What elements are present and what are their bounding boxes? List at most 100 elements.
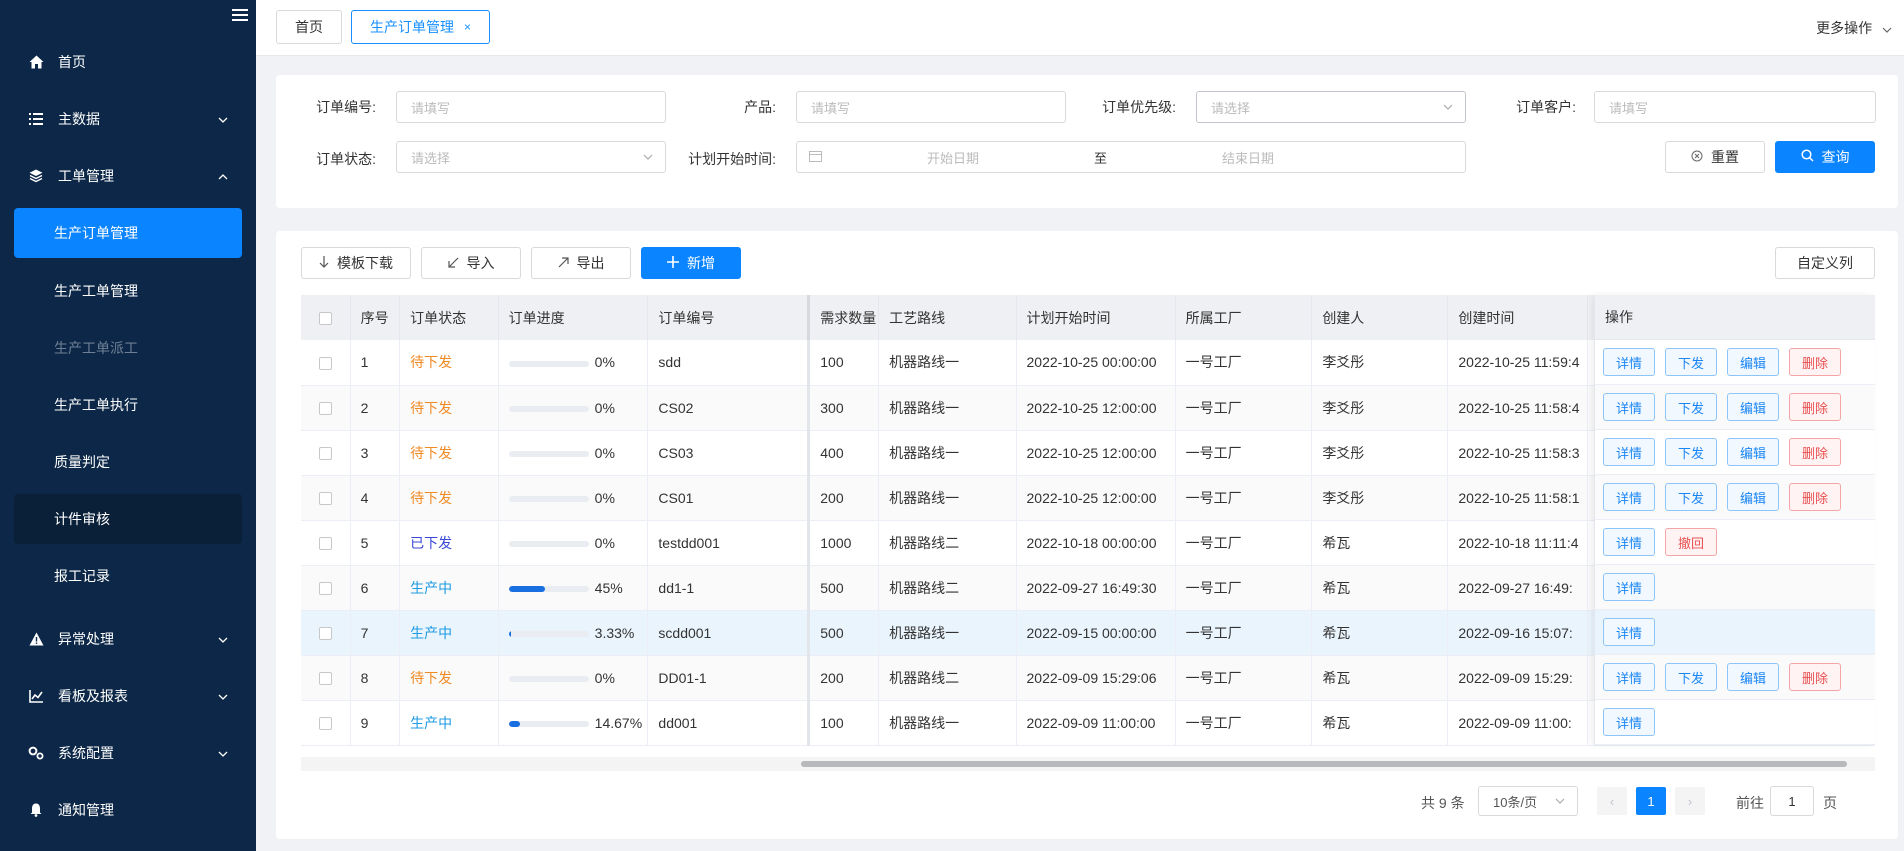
chevron-down-icon [218, 632, 228, 646]
row-select-cell[interactable] [301, 430, 351, 476]
menu-item-system-config[interactable]: 系统配置 [14, 727, 242, 779]
submenu-work-order[interactable]: 生产工单管理 [14, 266, 242, 316]
custom-columns-button[interactable]: 自定义列 [1775, 247, 1875, 279]
row-checkbox[interactable] [319, 582, 332, 596]
row-checkbox[interactable] [319, 357, 332, 371]
row-checkbox[interactable] [319, 717, 332, 731]
detail-button[interactable]: 详情 [1603, 618, 1656, 646]
menu-item-master-data[interactable]: 主数据 [14, 93, 242, 145]
horizontal-scrollbar[interactable] [301, 757, 1875, 771]
row-checkbox[interactable] [319, 492, 332, 506]
scrollbar-thumb[interactable] [801, 761, 1847, 767]
issue-button[interactable]: 下发 [1665, 348, 1718, 376]
edit-button[interactable]: 编辑 [1727, 348, 1780, 376]
tab-production-order[interactable]: 生产订单管理 × [351, 10, 491, 44]
detail-button[interactable]: 详情 [1603, 573, 1656, 601]
end-date-input[interactable]: 结束日期 [1222, 148, 1274, 167]
row-select-cell[interactable] [301, 610, 351, 656]
delete-button[interactable]: 删除 [1789, 393, 1842, 421]
cell-plan-start: 2022-09-27 16:49:30 [1016, 565, 1176, 611]
row-checkbox[interactable] [319, 447, 332, 461]
customer-input[interactable]: 请填写 [1594, 91, 1876, 123]
close-icon[interactable]: × [464, 20, 471, 34]
row-select-cell[interactable] [301, 385, 351, 431]
page-size-select[interactable]: 10条/页 [1478, 786, 1578, 816]
tab-bar: 首页 生产订单管理 × 更多操作 [256, 0, 1904, 56]
goto-page-input[interactable]: 1 [1770, 786, 1814, 816]
row-checkbox[interactable] [319, 537, 332, 551]
plus-icon [667, 255, 679, 271]
priority-select[interactable]: 请选择 [1196, 91, 1466, 123]
select-all-checkbox[interactable] [319, 312, 332, 326]
cell-no: 1 [350, 340, 401, 386]
edit-button[interactable]: 编辑 [1727, 483, 1780, 511]
delete-button[interactable]: 删除 [1789, 348, 1842, 376]
order-no-input[interactable]: 请填写 [396, 91, 666, 123]
detail-button[interactable]: 详情 [1603, 483, 1656, 511]
prev-page-button[interactable]: ‹ [1597, 787, 1627, 815]
next-page-button[interactable]: › [1675, 787, 1705, 815]
date-range-picker[interactable]: 开始日期 至 结束日期 [796, 141, 1466, 173]
add-button[interactable]: 新增 [641, 247, 741, 279]
total-count: 共 9 条 [1421, 795, 1465, 811]
chart-icon [28, 688, 44, 704]
detail-button[interactable]: 详情 [1603, 663, 1656, 691]
issue-button[interactable]: 下发 [1665, 483, 1718, 511]
menu-item-dashboard[interactable]: 看板及报表 [14, 670, 242, 722]
placeholder: 请填写 [811, 100, 851, 116]
row-checkbox[interactable] [319, 402, 332, 416]
delete-button[interactable]: 删除 [1789, 483, 1842, 511]
edit-button[interactable]: 编辑 [1727, 438, 1780, 466]
query-button[interactable]: 查询 [1775, 141, 1875, 173]
detail-button[interactable]: 详情 [1603, 393, 1656, 421]
col-header: 订单状态 [399, 295, 499, 340]
revoke-button[interactable]: 撤回 [1665, 528, 1718, 556]
row-checkbox[interactable] [319, 672, 332, 686]
issue-button[interactable]: 下发 [1665, 393, 1718, 421]
chevron-up-icon [218, 169, 228, 183]
row-select-cell[interactable] [301, 700, 351, 746]
detail-button[interactable]: 详情 [1603, 708, 1656, 736]
row-select-cell[interactable] [301, 520, 351, 566]
export-button[interactable]: 导出 [531, 247, 631, 279]
cell-qty: 200 [808, 655, 880, 701]
submenu-quality-judgment[interactable]: 质量判定 [14, 437, 242, 487]
tab-home[interactable]: 首页 [276, 10, 342, 44]
import-button[interactable]: 导入 [421, 247, 521, 279]
row-select-cell[interactable] [301, 655, 351, 701]
template-download-button[interactable]: 模板下载 [301, 247, 411, 279]
menu-item-notification[interactable]: 通知管理 [14, 784, 242, 836]
delete-button[interactable]: 删除 [1789, 663, 1842, 691]
menu-item-work-order[interactable]: 工单管理 [14, 150, 242, 202]
submenu-production-order[interactable]: 生产订单管理 [14, 208, 242, 258]
more-operations-dropdown[interactable]: 更多操作 [1816, 18, 1892, 38]
status-select[interactable]: 请选择 [396, 141, 666, 173]
product-input[interactable]: 请填写 [796, 91, 1066, 123]
menu-toggle-icon[interactable] [232, 6, 248, 22]
operations-row: 详情 [1595, 700, 1875, 745]
detail-button[interactable]: 详情 [1603, 528, 1656, 556]
delete-button[interactable]: 删除 [1789, 438, 1842, 466]
select-all-cell[interactable] [301, 295, 351, 340]
cell-factory: 一号工厂 [1175, 565, 1313, 611]
row-select-cell[interactable] [301, 565, 351, 611]
issue-button[interactable]: 下发 [1665, 663, 1718, 691]
detail-button[interactable]: 详情 [1603, 348, 1656, 376]
row-checkbox[interactable] [319, 627, 332, 641]
button-label: 自定义列 [1797, 255, 1853, 271]
submenu-work-order-execution[interactable]: 生产工单执行 [14, 380, 242, 430]
submenu-piecework-review[interactable]: 计件审核 [14, 494, 242, 544]
reset-button[interactable]: 重置 [1665, 141, 1765, 173]
start-date-input[interactable]: 开始日期 [927, 148, 979, 167]
row-select-cell[interactable] [301, 340, 351, 386]
menu-item-home[interactable]: 首页 [14, 36, 242, 88]
issue-button[interactable]: 下发 [1665, 438, 1718, 466]
submenu-work-report[interactable]: 报工记录 [14, 551, 242, 601]
menu-item-exception[interactable]: 异常处理 [14, 613, 242, 665]
page-number-current[interactable]: 1 [1636, 787, 1666, 815]
cell-created: 2022-10-25 11:58:3 [1447, 430, 1589, 476]
edit-button[interactable]: 编辑 [1727, 393, 1780, 421]
edit-button[interactable]: 编辑 [1727, 663, 1780, 691]
detail-button[interactable]: 详情 [1603, 438, 1656, 466]
row-select-cell[interactable] [301, 475, 351, 521]
